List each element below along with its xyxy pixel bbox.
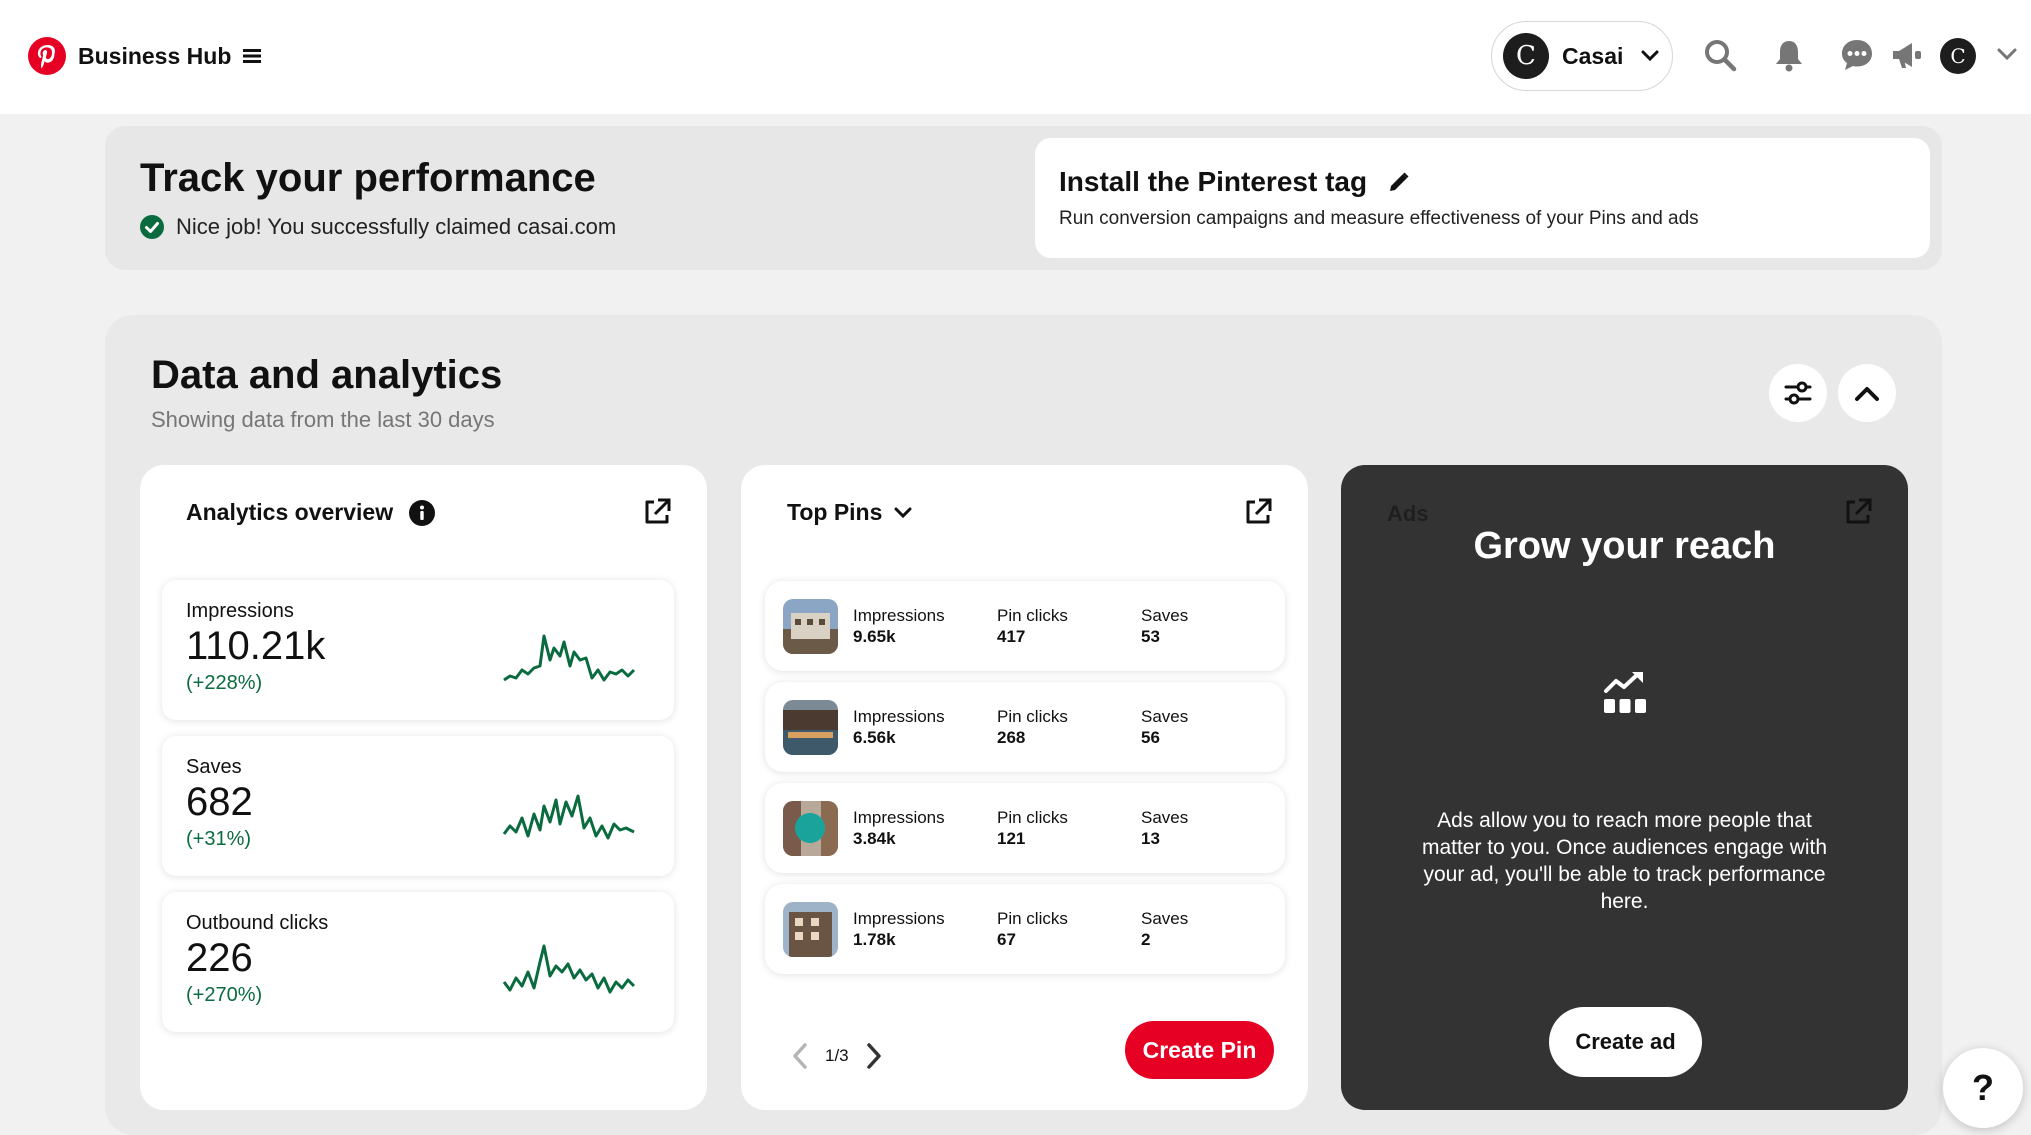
account-name: Casai bbox=[1562, 42, 1624, 69]
data-analytics-section: Data and analytics Showing data from the… bbox=[105, 315, 1942, 1135]
account-switcher[interactable]: C Casai bbox=[1491, 21, 1673, 91]
page-indicator: 1/3 bbox=[825, 1046, 849, 1065]
performance-summary: Track your performance Nice job! You suc… bbox=[140, 156, 616, 240]
analytics-overview-card: Analytics overview Impressions 110.21k (… bbox=[140, 465, 707, 1110]
ads-title: Grow your reach bbox=[1473, 525, 1776, 567]
claimed-message: Nice job! You successfully claimed casai… bbox=[140, 214, 616, 240]
install-tag-description: Run conversion campaigns and measure eff… bbox=[1059, 208, 1699, 229]
chevron-right-icon[interactable] bbox=[865, 1042, 883, 1070]
metric-impressions[interactable]: Impressions 110.21k (+228%) bbox=[162, 580, 674, 720]
create-pin-button[interactable]: Create Pin bbox=[1125, 1021, 1274, 1079]
external-link-icon[interactable] bbox=[1843, 497, 1873, 527]
messages-icon[interactable] bbox=[1840, 38, 1874, 72]
analytics-title: Data and analytics bbox=[151, 353, 503, 397]
pin-thumbnail bbox=[783, 902, 838, 957]
brand-name[interactable]: Business Hub bbox=[78, 43, 231, 70]
metric-saves[interactable]: Saves 682 (+31%) bbox=[162, 736, 674, 876]
top-bar: Business Hub C Casai C bbox=[0, 0, 2031, 114]
account-avatar: C bbox=[1503, 33, 1549, 79]
performance-title: Track your performance bbox=[140, 156, 596, 200]
ads-description: Ads allow you to reach more people that … bbox=[1421, 809, 1828, 913]
external-link-icon[interactable] bbox=[642, 497, 672, 527]
pin-thumbnail bbox=[783, 700, 838, 755]
help-button[interactable]: ? bbox=[1943, 1048, 2023, 1128]
pins-pagination: 1/3 bbox=[791, 1042, 883, 1070]
growth-chart-icon bbox=[1604, 672, 1646, 713]
brand: Business Hub bbox=[28, 37, 262, 75]
top-pin-row[interactable]: Impressions 1.78k Pin clicks 67 Saves 2 bbox=[765, 884, 1285, 974]
top-pin-row[interactable]: Impressions 9.65k Pin clicks 417 Saves 5… bbox=[765, 581, 1285, 671]
impressions-sparkline bbox=[503, 634, 636, 682]
search-icon[interactable] bbox=[1703, 38, 1737, 72]
chevron-left-icon[interactable] bbox=[791, 1042, 809, 1070]
announcements-megaphone-icon[interactable] bbox=[1890, 38, 1924, 72]
top-pin-row[interactable]: Impressions 6.56k Pin clicks 268 Saves 5… bbox=[765, 682, 1285, 772]
chevron-up-icon bbox=[1855, 387, 1879, 401]
ads-label: Ads bbox=[1387, 501, 1429, 526]
chevron-down-icon bbox=[894, 507, 912, 518]
performance-banner: Track your performance Nice job! You suc… bbox=[105, 126, 1942, 270]
metric-outbound-clicks[interactable]: Outbound clicks 226 (+270%) bbox=[162, 892, 674, 1032]
filter-button[interactable] bbox=[1769, 364, 1827, 422]
analytics-overview-header: Analytics overview bbox=[186, 499, 436, 526]
chevron-down-icon bbox=[1641, 50, 1659, 62]
sliders-icon bbox=[1784, 381, 1812, 405]
install-tag-title: Install the Pinterest tag bbox=[1059, 166, 1906, 198]
saves-sparkline bbox=[502, 794, 635, 840]
pin-thumbnail bbox=[783, 599, 838, 654]
claimed-message-text: Nice job! You successfully claimed casai… bbox=[176, 214, 617, 239]
top-pins-dropdown[interactable]: Top Pins bbox=[787, 499, 912, 526]
ads-card: Ads Grow your reach Ads allow you to rea… bbox=[1341, 465, 1908, 1110]
collapse-button[interactable] bbox=[1838, 364, 1896, 422]
notifications-bell-icon[interactable] bbox=[1772, 38, 1806, 72]
pencil-icon bbox=[1390, 172, 1409, 191]
check-circle-icon bbox=[140, 215, 164, 239]
external-link-icon[interactable] bbox=[1243, 497, 1273, 527]
install-tag-card[interactable]: Install the Pinterest tag Run conversion… bbox=[1035, 138, 1930, 258]
outbound-clicks-sparkline bbox=[502, 944, 636, 994]
user-avatar[interactable]: C bbox=[1940, 38, 1976, 74]
create-ad-button[interactable]: Create ad bbox=[1549, 1007, 1702, 1077]
pinterest-logo-icon[interactable] bbox=[28, 37, 66, 75]
info-icon[interactable] bbox=[409, 499, 436, 526]
pin-thumbnail bbox=[783, 801, 838, 856]
chevron-down-icon[interactable] bbox=[1996, 46, 2018, 62]
top-pin-row[interactable]: Impressions 3.84k Pin clicks 121 Saves 1… bbox=[765, 783, 1285, 873]
analytics-subtitle: Showing data from the last 30 days bbox=[151, 407, 495, 432]
top-pins-card: Top Pins Impressions 9.65k Pin clicks 41… bbox=[741, 465, 1308, 1110]
hamburger-menu-icon[interactable] bbox=[243, 48, 262, 64]
